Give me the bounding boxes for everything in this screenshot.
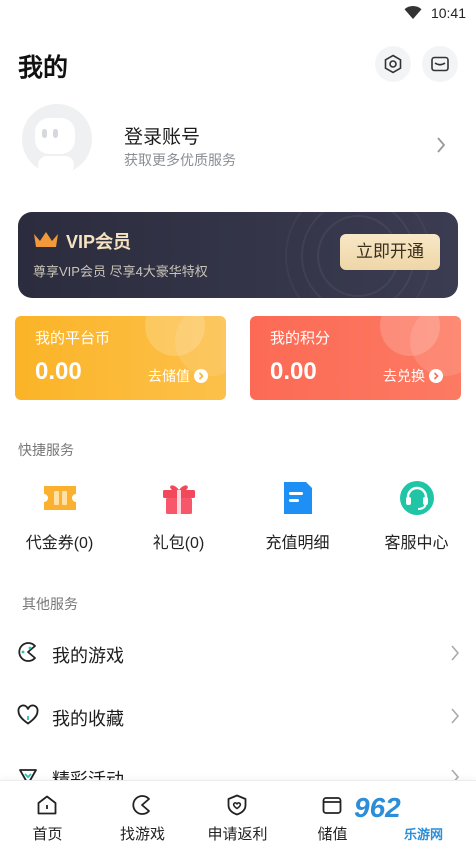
other-services-title: 其他服务 [22,596,78,612]
watermark-text: 乐游网 [404,827,444,842]
coins-recharge-link[interactable]: 去储值 [148,366,208,386]
tab-find-game[interactable]: 找游戏 [95,781,190,846]
status-bar: 10:41 [0,0,476,28]
vip-open-button[interactable]: 立即开通 [340,234,440,270]
coins-card[interactable]: 我的平台币 0.00 去储值 [15,316,226,400]
points-label: 我的积分 [270,330,331,347]
vip-subtitle: 尊享VIP会员 尽享4大豪华特权 [33,264,208,279]
quick-item-voucher[interactable]: 代金券(0) [0,476,119,556]
login-title: 登录账号 [124,127,201,148]
chevron-right-icon [451,645,460,661]
quick-item-label: 礼包(0) [152,535,205,552]
customer-service-icon [400,481,434,515]
coins-value: 0.00 [35,358,82,385]
points-action-label: 去兑换 [383,368,425,384]
avatar [22,104,92,174]
status-time: 10:41 [430,5,466,21]
points-card[interactable]: 我的积分 0.00 去兑换 [250,316,461,400]
login-entry[interactable]: 登录账号 获取更多优质服务 [0,100,476,192]
quick-item-customer-service[interactable]: 客服中心 [357,476,476,556]
arrow-circle-icon [429,369,443,383]
tab-label: 找游戏 [119,826,165,843]
game-icon [18,642,36,662]
quick-item-label: 客服中心 [384,535,449,552]
settings-button[interactable] [375,46,411,82]
home-icon [37,795,57,815]
recharge-detail-icon [284,482,312,514]
watermark-logo: 962 [354,792,401,823]
heart-icon [17,704,39,725]
chevron-right-icon [451,708,460,724]
quick-services-grid: 代金券(0) 礼包(0) 充值明细 客服中心 [0,476,476,556]
message-button[interactable] [422,46,458,82]
wifi-icon [404,6,422,19]
vip-card[interactable]: VIP会员 尊享VIP会员 尽享4大豪华特权 立即开通 [18,212,458,298]
voucher-icon [44,486,76,510]
default-avatar-icon [35,118,75,174]
site-watermark: 962 乐游网 [332,790,472,844]
chevron-right-icon [437,137,446,153]
list-item-label: 我的游戏 [52,646,124,666]
quick-item-label: 充值明细 [265,535,330,552]
tab-label: 首页 [32,826,63,843]
list-item-my-favorites[interactable]: 我的收藏 [0,687,476,745]
coins-label: 我的平台币 [35,330,111,347]
points-redeem-link[interactable]: 去兑换 [383,366,443,386]
coins-action-label: 去储值 [148,368,190,384]
settings-hex-icon [384,54,402,74]
find-game-icon [132,795,150,815]
quick-item-gift[interactable]: 礼包(0) [119,476,238,556]
quick-item-label: 代金券(0) [25,535,94,552]
quick-item-recharge-detail[interactable]: 充值明细 [238,476,357,556]
gift-icon [163,485,195,514]
list-item-my-games[interactable]: 我的游戏 [0,624,476,682]
tab-label: 申请返利 [207,826,268,843]
quick-services-title: 快捷服务 [18,442,74,458]
tab-home[interactable]: 首页 [0,781,95,846]
page-title: 我的 [18,54,69,82]
tab-rebate[interactable]: 申请返利 [190,781,285,846]
login-subtitle: 获取更多优质服务 [124,152,236,168]
mail-icon [431,56,449,72]
list-item-label: 我的收藏 [52,709,124,729]
points-value: 0.00 [270,358,317,385]
crown-icon [34,232,58,247]
rebate-icon [227,794,247,816]
arrow-circle-icon [194,369,208,383]
vip-title: VIP会员 [66,232,132,252]
